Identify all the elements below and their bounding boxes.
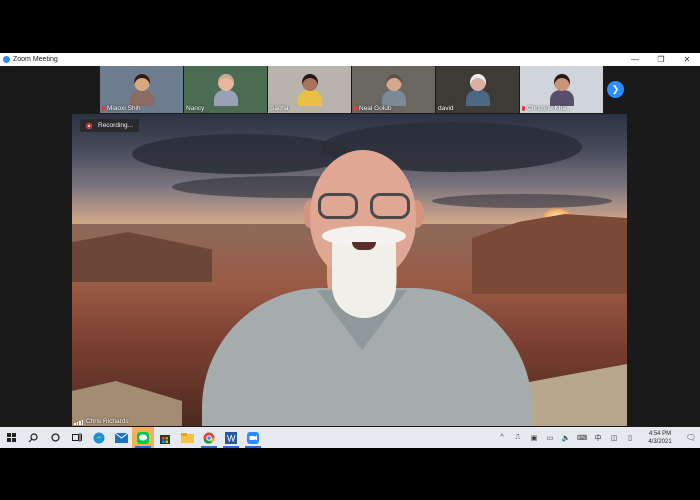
meeting-area: Miaoxi Shih Nancy Sacha Neal Golub david… <box>0 66 700 427</box>
participant-video <box>381 74 406 106</box>
participant-name: Nancy <box>186 105 205 112</box>
task-view-icon[interactable] <box>66 427 88 448</box>
windows-start-icon[interactable] <box>0 427 22 448</box>
muted-mic-icon <box>522 106 525 111</box>
tablet-icon[interactable]: ▯ <box>622 434 638 442</box>
ime-mode-icon[interactable]: ◫ <box>606 434 622 442</box>
muted-mic-icon <box>354 106 357 111</box>
edge-icon[interactable] <box>88 427 110 448</box>
clock[interactable]: 4:54 PM 4/3/2021 <box>638 430 682 446</box>
participant-tile[interactable]: Nancy <box>184 66 267 113</box>
zoom-app-icon <box>3 56 10 63</box>
chevron-right-icon: ❯ <box>611 84 620 94</box>
keyboard-icon[interactable]: ⌨ <box>574 434 590 442</box>
speaker-name-label: Chris Richards <box>74 418 129 425</box>
participant-video <box>129 74 154 106</box>
record-icon <box>86 122 92 129</box>
system-tray: ^ ⎍ ▣ ▭ 🔈 ⌨ 中 ◫ ▯ 4:54 PM 4/3/2021 🗨 <box>494 427 700 448</box>
word-icon[interactable]: W <box>220 427 242 448</box>
chevron-up-icon[interactable]: ^ <box>494 434 510 441</box>
participant-video <box>213 74 238 106</box>
speaker-person <box>182 150 542 426</box>
minimize-button[interactable]: — <box>622 53 648 66</box>
close-button[interactable]: ✕ <box>674 53 700 66</box>
muted-mic-icon <box>102 106 105 111</box>
participant-tile[interactable]: Christine Kha... <box>520 66 603 113</box>
svg-text:W: W <box>227 433 236 443</box>
signal-icon <box>74 420 83 425</box>
cortana-icon[interactable] <box>44 427 66 448</box>
participant-name: Christine Kha... <box>522 105 571 112</box>
participant-name: david <box>438 105 454 112</box>
next-page-button[interactable]: ❯ <box>607 81 624 98</box>
clock-time: 4:54 PM <box>648 430 672 437</box>
volume-icon[interactable]: 🔈 <box>558 434 574 442</box>
participant-tile[interactable]: Sacha <box>268 66 351 113</box>
store-icon[interactable] <box>154 427 176 448</box>
participant-tile[interactable]: Neal Golub <box>352 66 435 113</box>
window-titlebar: Zoom Meeting — ❐ ✕ <box>0 53 700 66</box>
participant-name: Neal Golub <box>354 105 392 112</box>
maximize-button[interactable]: ❐ <box>648 53 674 66</box>
participant-video <box>465 74 490 106</box>
network-icon[interactable]: ▭ <box>542 434 558 442</box>
participant-video <box>297 74 322 106</box>
participant-strip: Miaoxi Shih Nancy Sacha Neal Golub david… <box>100 66 603 113</box>
notification-icon[interactable]: 🗨 <box>682 433 700 442</box>
zoom-icon[interactable] <box>242 427 264 448</box>
search-icon[interactable] <box>22 427 44 448</box>
windows-taskbar: W ^ ⎍ ▣ ▭ 🔈 ⌨ 中 ◫ ▯ 4:54 PM 4/3/2021 🗨 <box>0 427 700 448</box>
window-title: Zoom Meeting <box>13 56 58 63</box>
participant-tile[interactable]: david <box>436 66 519 113</box>
participant-video <box>549 74 574 106</box>
active-speaker-video[interactable]: Recording... Chris Richards <box>72 114 627 426</box>
recording-label: Recording... <box>98 122 134 129</box>
chrome-icon[interactable] <box>198 427 220 448</box>
line-icon[interactable] <box>132 427 154 448</box>
participant-name: Sacha <box>270 105 289 112</box>
glasses <box>316 193 412 219</box>
participant-tile[interactable]: Miaoxi Shih <box>100 66 183 113</box>
usb-icon[interactable]: ⎍ <box>510 434 526 442</box>
participant-name: Miaoxi Shih <box>102 105 141 112</box>
file-explorer-icon[interactable] <box>176 427 198 448</box>
mail-icon[interactable] <box>110 427 132 448</box>
meet-now-icon[interactable]: ▣ <box>526 434 542 442</box>
ime-icon[interactable]: 中 <box>590 433 606 443</box>
recording-indicator[interactable]: Recording... <box>80 119 140 132</box>
clock-date: 4/3/2021 <box>648 438 672 445</box>
